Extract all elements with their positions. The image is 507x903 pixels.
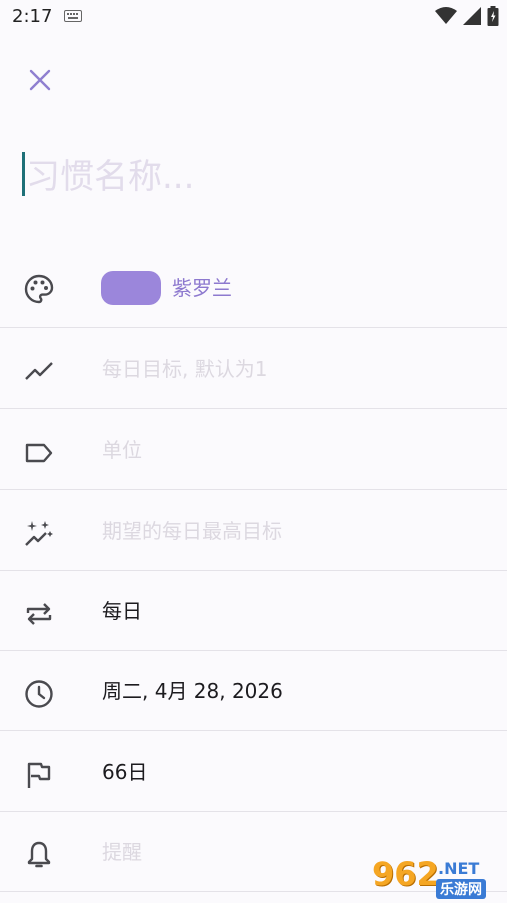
reminder-text: 提醒 [102, 840, 142, 864]
unit-text: 单位 [102, 438, 142, 462]
system-icons [435, 6, 499, 26]
daily-goal-row[interactable]: 每日目标, 默认为1 [0, 329, 507, 409]
signal-icon [463, 7, 481, 25]
watermark-site: .NET [438, 859, 480, 878]
duration-text: 66日 [102, 760, 148, 784]
repeat-text: 每日 [102, 599, 142, 623]
repeat-icon [26, 603, 52, 625]
label-icon [25, 443, 53, 463]
start-date-text: 周二, 4月 28, 2026 [102, 679, 283, 703]
close-button[interactable] [18, 58, 62, 102]
color-label[interactable]: 紫罗兰 [172, 270, 232, 306]
daily-goal-text: 每日目标, 默认为1 [102, 357, 268, 381]
watermark-sub: 乐游网 [436, 879, 486, 899]
watermark-logo: 962 .NET 乐游网 [368, 855, 504, 901]
unit-row[interactable]: 单位 [0, 410, 507, 490]
palette-icon [24, 274, 54, 304]
wifi-icon [435, 7, 457, 24]
clock-icon [25, 680, 53, 708]
status-time: 2:17 [12, 6, 53, 27]
start-date-row[interactable]: 周二, 4月 28, 2026 [0, 651, 507, 731]
bell-icon [27, 841, 51, 868]
max-goal-row[interactable]: 期望的每日最高目标 [0, 491, 507, 571]
battery-icon [487, 6, 499, 26]
color-row[interactable] [0, 248, 507, 328]
duration-row[interactable]: 66日 [0, 732, 507, 812]
trend-icon [25, 362, 53, 380]
keyboard-icon [64, 10, 82, 22]
close-icon [29, 69, 51, 91]
sparkle-trend-icon [25, 521, 53, 546]
habit-name-input[interactable] [24, 148, 488, 206]
flag-icon [27, 762, 51, 788]
color-swatch[interactable] [101, 271, 161, 305]
watermark-number: 962 [372, 855, 439, 893]
status-bar: 2:17 [0, 0, 507, 34]
habit-name-field [22, 148, 492, 206]
max-goal-text: 期望的每日最高目标 [102, 519, 282, 543]
repeat-row[interactable]: 每日 [0, 571, 507, 651]
